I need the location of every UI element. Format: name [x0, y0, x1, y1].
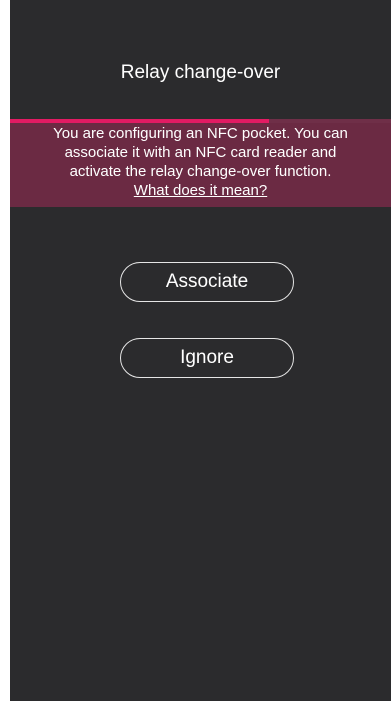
app-screen: Relay change-over You are configuring an… — [10, 0, 391, 701]
info-text-line: You are configuring an NFC pocket. You c… — [53, 125, 348, 142]
ignore-button[interactable]: Ignore — [120, 338, 294, 378]
associate-button[interactable]: Associate — [120, 262, 294, 302]
info-text-line: associate it with an NFC card reader and — [64, 144, 337, 161]
info-text-line: activate the relay change-over function. — [69, 163, 332, 180]
what-does-it-mean-link[interactable]: What does it mean? — [134, 182, 267, 199]
page-title: Relay change-over — [120, 62, 281, 83]
info-banner: You are configuring an NFC pocket. You c… — [10, 123, 391, 207]
